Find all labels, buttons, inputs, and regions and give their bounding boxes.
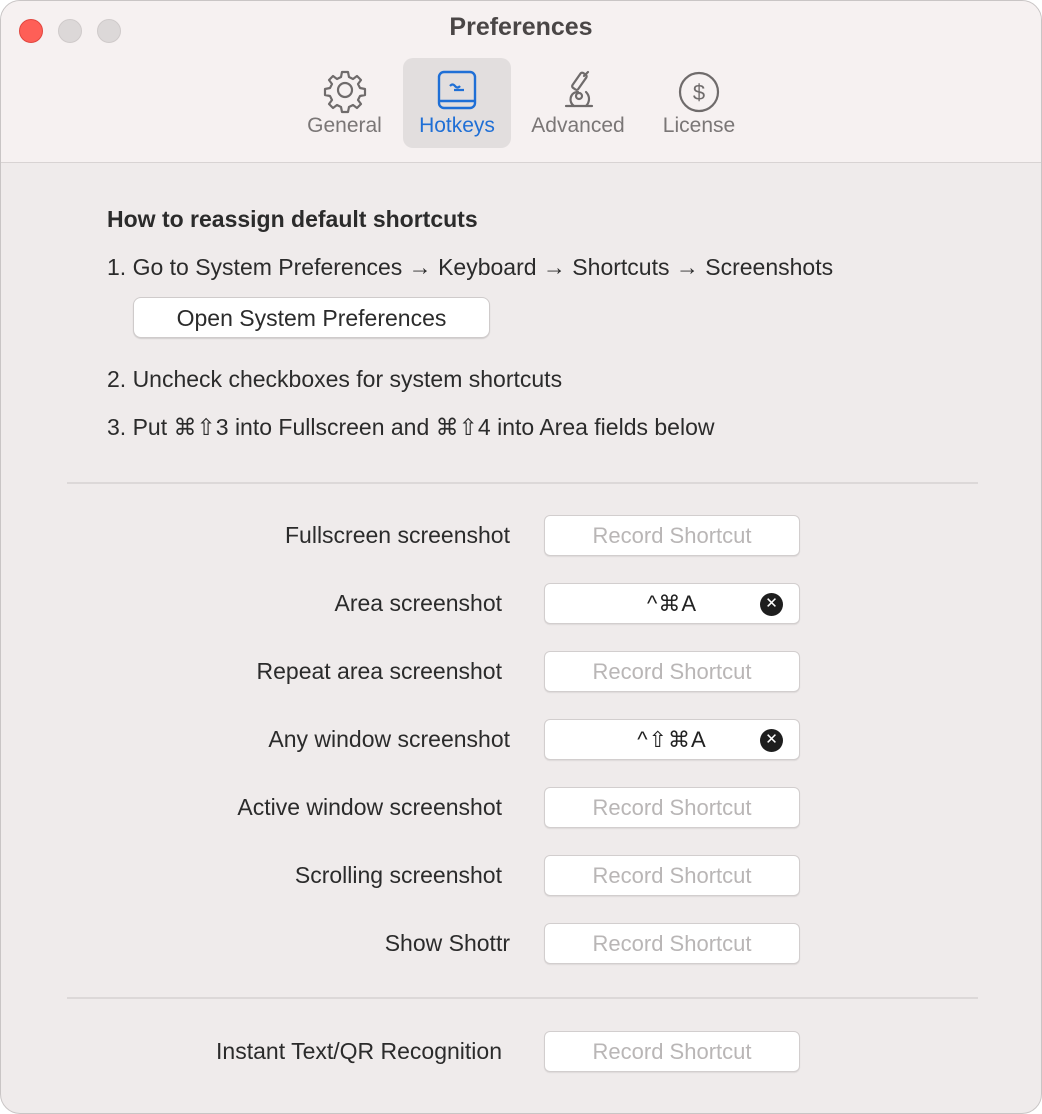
- shortcut-label-fullscreen: Fullscreen screenshot: [285, 522, 510, 548]
- step-1-text: 1. Go to System Preferences → Keyboard →…: [107, 254, 834, 280]
- tab-license[interactable]: $ License: [649, 58, 749, 148]
- shortcut-label-show-shottr: Show Shottr: [384, 930, 510, 956]
- shortcut-placeholder: Record Shortcut: [592, 795, 752, 820]
- divider: [67, 997, 978, 999]
- clear-shortcut-icon[interactable]: ✕: [760, 729, 783, 752]
- shortcut-placeholder: Record Shortcut: [592, 931, 752, 956]
- shortcut-label-any-window: Any window screenshot: [268, 726, 510, 752]
- clear-shortcut-icon[interactable]: ✕: [760, 593, 783, 616]
- microscope-icon: [564, 70, 594, 108]
- gear-icon: [323, 70, 366, 114]
- tab-general-label: General: [307, 114, 382, 137]
- tab-general[interactable]: General: [297, 58, 392, 148]
- shortcut-label-text-recognition: Instant Text/QR Recognition: [216, 1038, 502, 1064]
- window-title: Preferences: [449, 13, 593, 41]
- shortcut-placeholder: Record Shortcut: [592, 1039, 752, 1064]
- shortcut-recorder-scrolling[interactable]: Record Shortcut: [544, 855, 800, 896]
- step-3-text: 3. Put ⌘⇧3 into Fullscreen and ⌘⇧4 into …: [107, 414, 715, 440]
- tab-advanced-label: Advanced: [531, 114, 625, 137]
- shortcut-value: ^⇧⌘A: [637, 727, 707, 752]
- preferences-window: Preferences General Hotkeys Advanced $ L…: [0, 0, 1042, 1114]
- shortcut-recorder-show-shottr[interactable]: Record Shortcut: [544, 923, 800, 964]
- shortcut-recorder-active-window[interactable]: Record Shortcut: [544, 787, 800, 828]
- shortcut-recorder-fullscreen[interactable]: Record Shortcut: [544, 515, 800, 556]
- shortcut-label-scrolling: Scrolling screenshot: [294, 862, 502, 888]
- tab-hotkeys[interactable]: Hotkeys: [403, 58, 511, 148]
- keyboard-icon: [437, 70, 477, 110]
- section-title: How to reassign default shortcuts: [107, 206, 478, 232]
- shortcut-recorder-area[interactable]: ^⌘A ✕: [544, 583, 800, 624]
- shortcut-placeholder: Record Shortcut: [592, 863, 752, 888]
- shortcut-placeholder: Record Shortcut: [592, 523, 752, 548]
- shortcut-label-repeat-area: Repeat area screenshot: [256, 658, 503, 684]
- open-system-preferences-button[interactable]: Open System Preferences: [133, 297, 490, 338]
- step-2-text: 2. Uncheck checkboxes for system shortcu…: [107, 366, 563, 392]
- divider: [67, 482, 978, 484]
- shortcut-recorder-repeat-area[interactable]: Record Shortcut: [544, 651, 800, 692]
- shortcut-placeholder: Record Shortcut: [592, 659, 752, 684]
- svg-text:$: $: [693, 80, 705, 105]
- tab-advanced[interactable]: Advanced: [522, 58, 634, 148]
- shortcut-label-area: Area screenshot: [334, 590, 502, 616]
- toolbar: Preferences General Hotkeys Advanced $ L…: [1, 1, 1041, 163]
- shortcut-recorder-text-recognition[interactable]: Record Shortcut: [544, 1031, 800, 1072]
- tab-license-label: License: [662, 114, 736, 137]
- shortcut-value: ^⌘A: [647, 591, 697, 616]
- dollar-circle-icon: $: [678, 71, 720, 113]
- shortcut-recorder-any-window[interactable]: ^⇧⌘A ✕: [544, 719, 800, 760]
- shortcut-label-active-window: Active window screenshot: [237, 794, 502, 820]
- tab-hotkeys-label: Hotkeys: [419, 114, 495, 137]
